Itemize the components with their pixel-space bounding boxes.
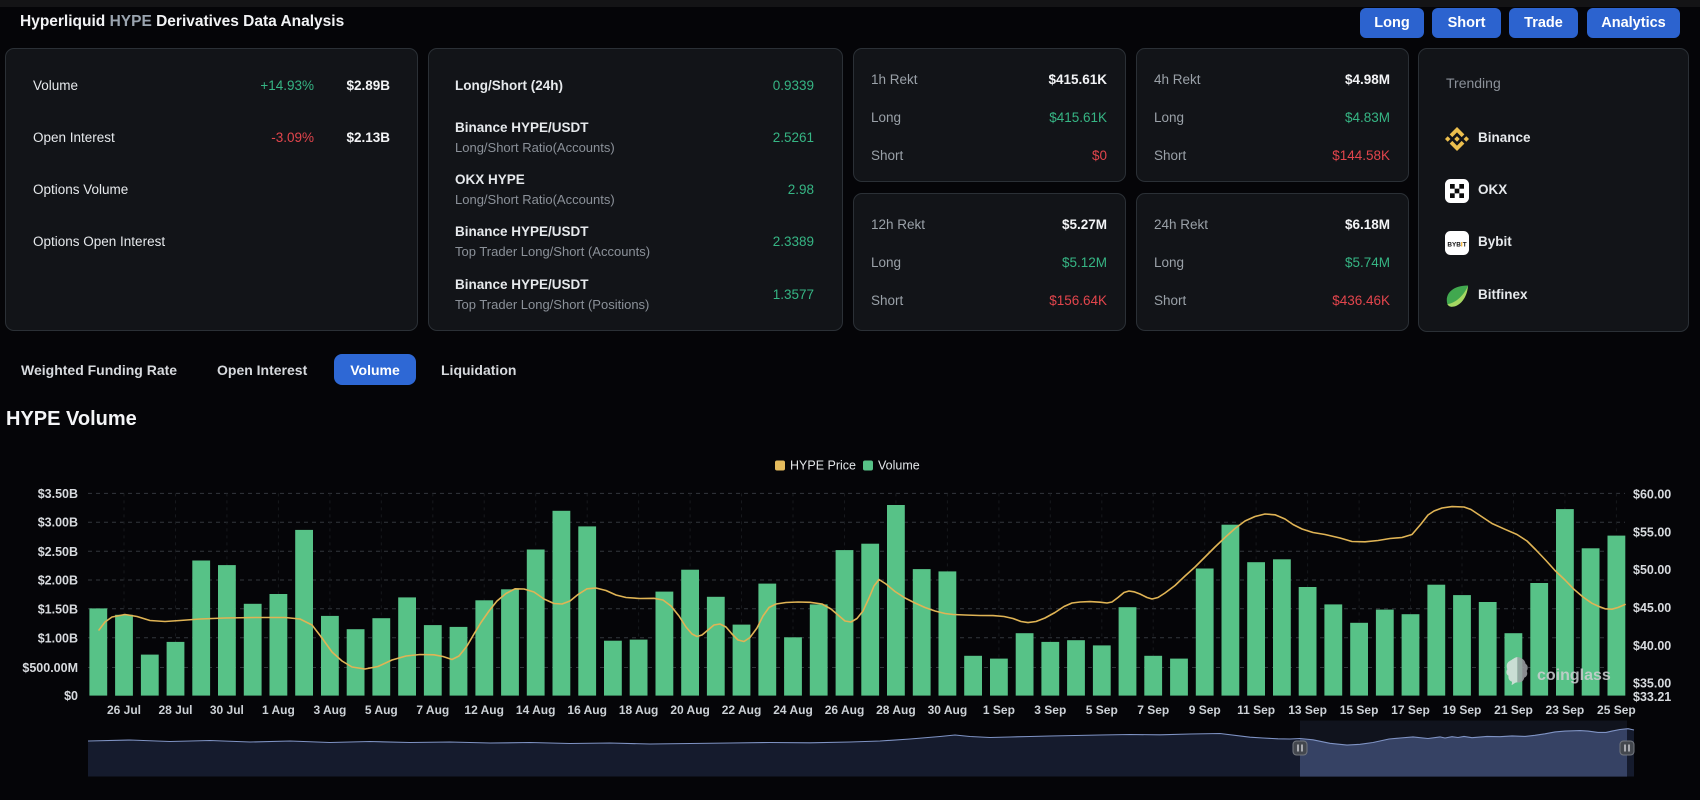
svg-text:$3.00B: $3.00B: [38, 516, 78, 530]
svg-text:Volume: Volume: [878, 459, 920, 473]
svg-text:24 Aug: 24 Aug: [773, 703, 813, 717]
svg-text:$2.00B: $2.00B: [38, 574, 78, 588]
svg-text:$500.00M: $500.00M: [22, 661, 78, 675]
svg-text:16 Aug: 16 Aug: [567, 703, 607, 717]
svg-text:$0: $0: [64, 689, 78, 703]
svg-text:30 Aug: 30 Aug: [928, 703, 968, 717]
svg-text:23 Sep: 23 Sep: [1546, 703, 1585, 717]
svg-text:$40.00: $40.00: [1633, 639, 1671, 653]
svg-text:9 Sep: 9 Sep: [1189, 703, 1221, 717]
svg-text:26 Jul: 26 Jul: [107, 703, 141, 717]
svg-text:22 Aug: 22 Aug: [722, 703, 762, 717]
svg-text:5 Sep: 5 Sep: [1086, 703, 1118, 717]
svg-text:21 Sep: 21 Sep: [1494, 703, 1533, 717]
svg-text:17 Sep: 17 Sep: [1391, 703, 1430, 717]
svg-text:26 Aug: 26 Aug: [825, 703, 865, 717]
svg-text:$2.50B: $2.50B: [38, 545, 78, 559]
svg-text:$35.00: $35.00: [1633, 677, 1671, 691]
svg-text:11 Sep: 11 Sep: [1237, 703, 1275, 717]
svg-text:30 Jul: 30 Jul: [210, 703, 244, 717]
svg-text:15 Sep: 15 Sep: [1340, 703, 1379, 717]
svg-text:3 Sep: 3 Sep: [1034, 703, 1066, 717]
svg-text:1 Aug: 1 Aug: [262, 703, 295, 717]
svg-text:13 Sep: 13 Sep: [1288, 703, 1327, 717]
svg-text:5 Aug: 5 Aug: [365, 703, 398, 717]
svg-text:19 Sep: 19 Sep: [1443, 703, 1482, 717]
svg-text:$45.00: $45.00: [1633, 601, 1671, 615]
svg-text:1 Sep: 1 Sep: [983, 703, 1015, 717]
svg-text:14 Aug: 14 Aug: [516, 703, 556, 717]
svg-text:$60.00: $60.00: [1633, 488, 1671, 502]
svg-text:25 Sep: 25 Sep: [1597, 703, 1636, 717]
svg-text:7 Aug: 7 Aug: [416, 703, 449, 717]
svg-text:28 Aug: 28 Aug: [876, 703, 916, 717]
svg-text:$3.50B: $3.50B: [38, 487, 78, 501]
svg-text:$55.00: $55.00: [1633, 525, 1671, 539]
svg-text:12 Aug: 12 Aug: [464, 703, 504, 717]
svg-text:20 Aug: 20 Aug: [670, 703, 710, 717]
svg-text:3 Aug: 3 Aug: [313, 703, 346, 717]
svg-text:$50.00: $50.00: [1633, 563, 1671, 577]
svg-text:$1.00B: $1.00B: [38, 631, 78, 645]
svg-text:$33.21: $33.21: [1633, 690, 1671, 704]
svg-text:HYPE Price: HYPE Price: [790, 459, 856, 473]
svg-text:18 Aug: 18 Aug: [619, 703, 659, 717]
svg-text:$1.50B: $1.50B: [38, 602, 78, 616]
svg-text:coinglass: coinglass: [1537, 667, 1611, 684]
svg-text:28 Jul: 28 Jul: [158, 703, 192, 717]
svg-text:7 Sep: 7 Sep: [1137, 703, 1169, 717]
